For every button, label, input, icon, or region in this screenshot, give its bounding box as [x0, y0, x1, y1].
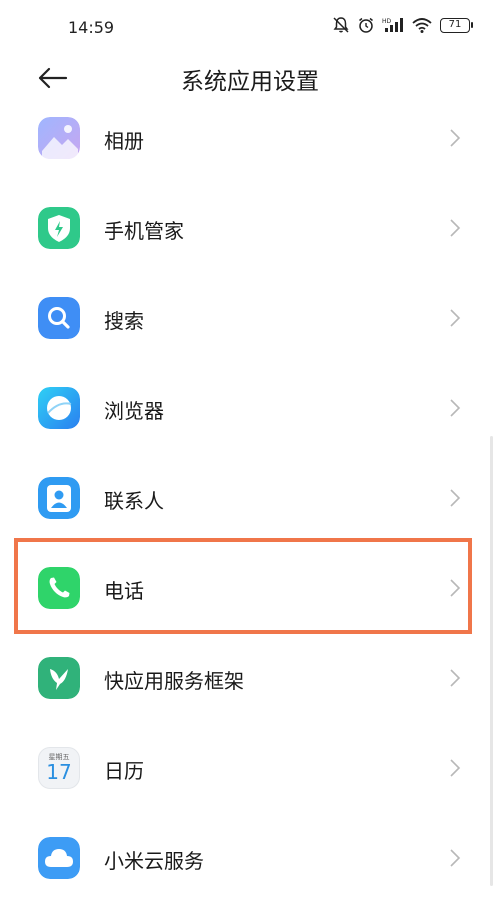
- list-item-label: 相册: [104, 129, 144, 153]
- chevron-right-icon: [450, 669, 461, 687]
- cloud-icon: [38, 837, 80, 879]
- battery-icon: 71: [440, 17, 473, 33]
- mute-icon: [332, 16, 350, 34]
- list-item-label: 日历: [104, 759, 144, 783]
- chevron-right-icon: [450, 309, 461, 327]
- scrollbar[interactable]: [490, 436, 493, 886]
- list-item-search[interactable]: 搜索: [0, 273, 500, 363]
- list-item-browser[interactable]: 浏览器: [0, 363, 500, 453]
- list-item-label: 小米云服务: [104, 849, 204, 873]
- page-title: 系统应用设置: [181, 69, 319, 95]
- calendar-date: 17: [46, 760, 72, 784]
- highlight-box: [14, 538, 472, 634]
- list-item-quickapp[interactable]: 快应用服务框架: [0, 633, 500, 723]
- chevron-right-icon: [450, 849, 461, 867]
- chevron-right-icon: [450, 759, 461, 777]
- quickapp-icon: [38, 657, 80, 699]
- list-item-label: 搜索: [104, 309, 144, 333]
- chevron-right-icon: [450, 129, 461, 147]
- list-item-gallery[interactable]: 相册: [0, 93, 500, 183]
- list-item-calendar[interactable]: 星期五 17 日历: [0, 723, 500, 813]
- svg-text:HD: HD: [382, 18, 392, 25]
- alarm-icon: [357, 16, 375, 34]
- status-bar: 14:59 HD 71: [0, 0, 500, 56]
- status-time: 14:59: [68, 18, 115, 37]
- list-item-label: 手机管家: [104, 219, 184, 243]
- list-item-label: 联系人: [104, 489, 164, 513]
- signal-icon: HD: [382, 16, 404, 34]
- gallery-icon: [38, 117, 80, 159]
- calendar-icon: 星期五 17: [38, 747, 80, 789]
- status-icons: HD 71: [332, 16, 473, 34]
- chevron-right-icon: [450, 489, 461, 507]
- list-item-contacts[interactable]: 联系人: [0, 453, 500, 543]
- search-icon: [38, 297, 80, 339]
- list-item-security[interactable]: 手机管家: [0, 183, 500, 273]
- list-item-label: 浏览器: [104, 399, 164, 423]
- list-item-label: 快应用服务框架: [104, 669, 244, 693]
- security-shield-icon: [38, 207, 80, 249]
- chevron-right-icon: [450, 219, 461, 237]
- chevron-right-icon: [450, 399, 461, 417]
- wifi-icon: [411, 16, 433, 34]
- contacts-icon: [38, 477, 80, 519]
- list-item-cloud[interactable]: 小米云服务: [0, 813, 500, 903]
- browser-icon: [38, 387, 80, 429]
